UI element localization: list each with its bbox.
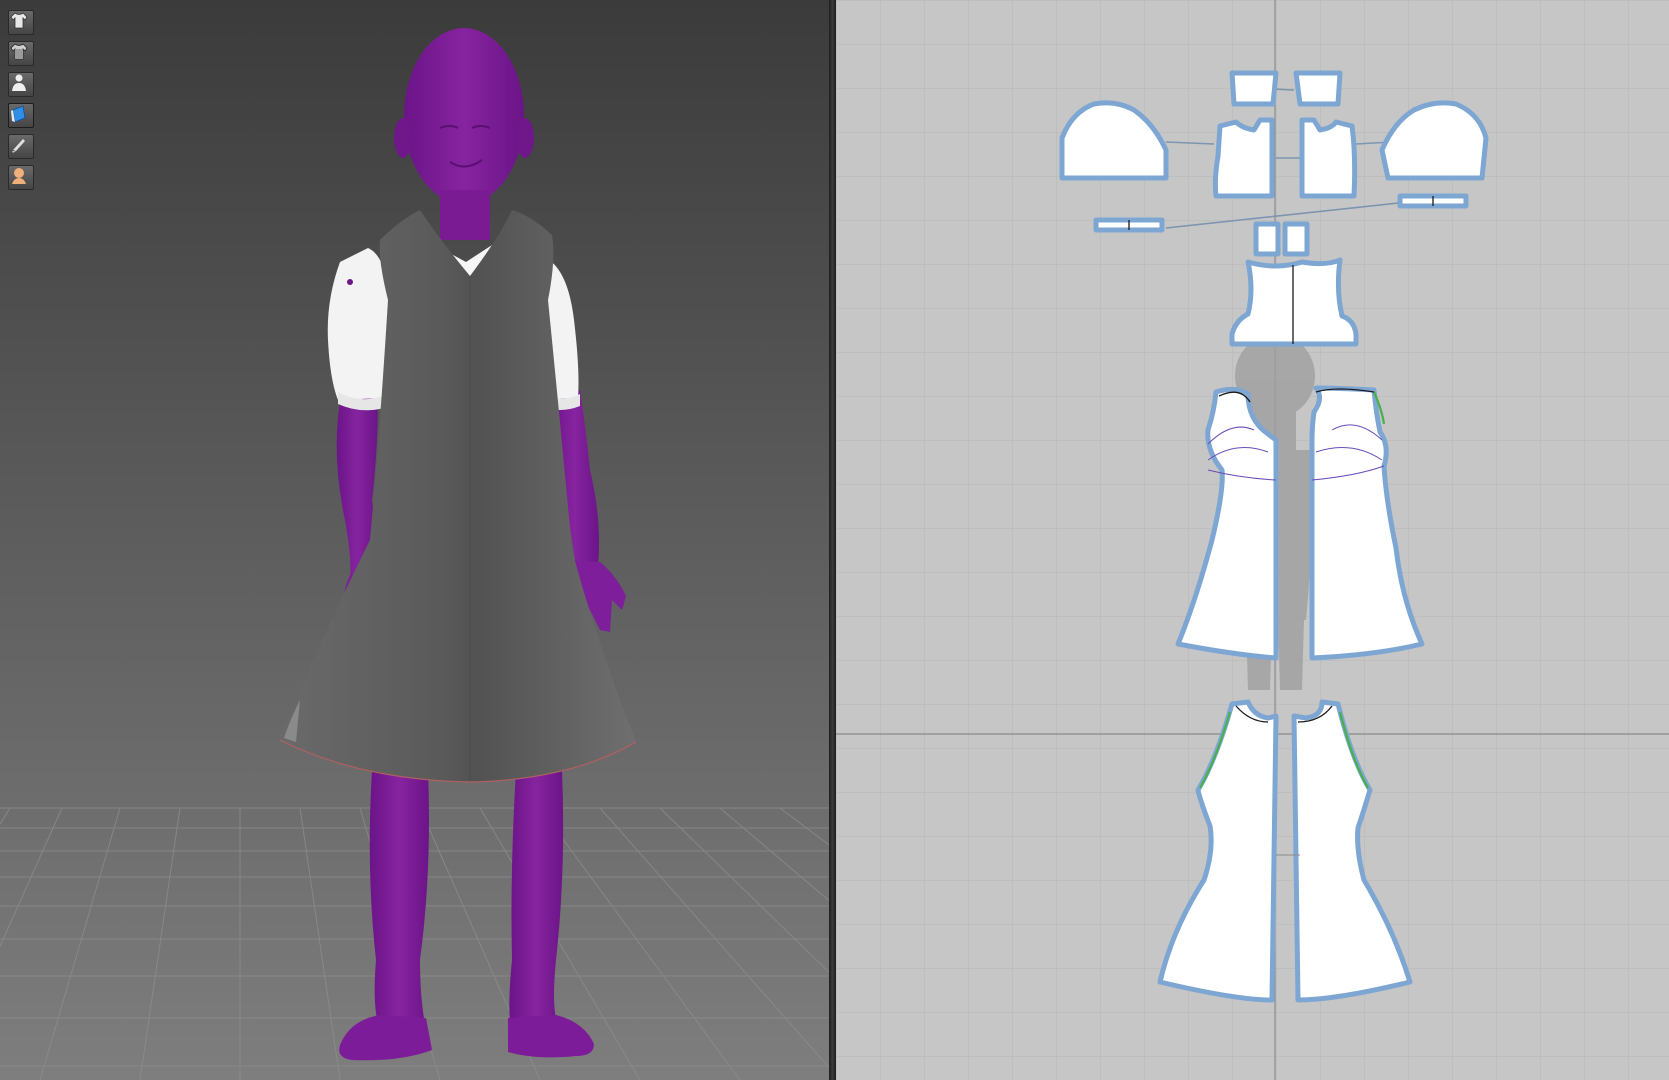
- garment-shirt-icon: [10, 12, 28, 29]
- viewport-toolbar: [8, 10, 36, 190]
- garment-shirt-button[interactable]: [8, 10, 34, 35]
- shirt-front-right-piece: [1299, 117, 1358, 199]
- garment-shirt-solid-button[interactable]: [8, 41, 34, 66]
- 2d-pattern-window[interactable]: [836, 0, 1669, 1080]
- collar-stand-right-piece: [1293, 70, 1343, 107]
- collar-left-piece: [1253, 221, 1281, 257]
- avatar-figure-icon: [12, 74, 26, 91]
- shirt-back-piece: [1229, 257, 1359, 347]
- texture-mode-icon: [11, 105, 26, 123]
- avatar-figure-button[interactable]: [8, 72, 34, 97]
- brush-button[interactable]: [8, 134, 34, 159]
- brush-icon: [12, 139, 25, 153]
- collar-stand-left-piece: [1229, 70, 1279, 107]
- avatar-head-icon: [12, 168, 26, 184]
- shirt-front-left-piece: [1212, 117, 1275, 199]
- pattern-canvas: [836, 0, 1669, 1080]
- garment-shirt-solid-icon: [10, 43, 28, 60]
- 3d-scene: [0, 28, 829, 1080]
- collar-right-piece: [1282, 221, 1310, 257]
- texture-mode-button[interactable]: [8, 103, 34, 128]
- avatar-head-button[interactable]: [8, 165, 34, 190]
- 3d-viewport[interactable]: [0, 0, 829, 1080]
- pane-splitter[interactable]: [829, 0, 836, 1080]
